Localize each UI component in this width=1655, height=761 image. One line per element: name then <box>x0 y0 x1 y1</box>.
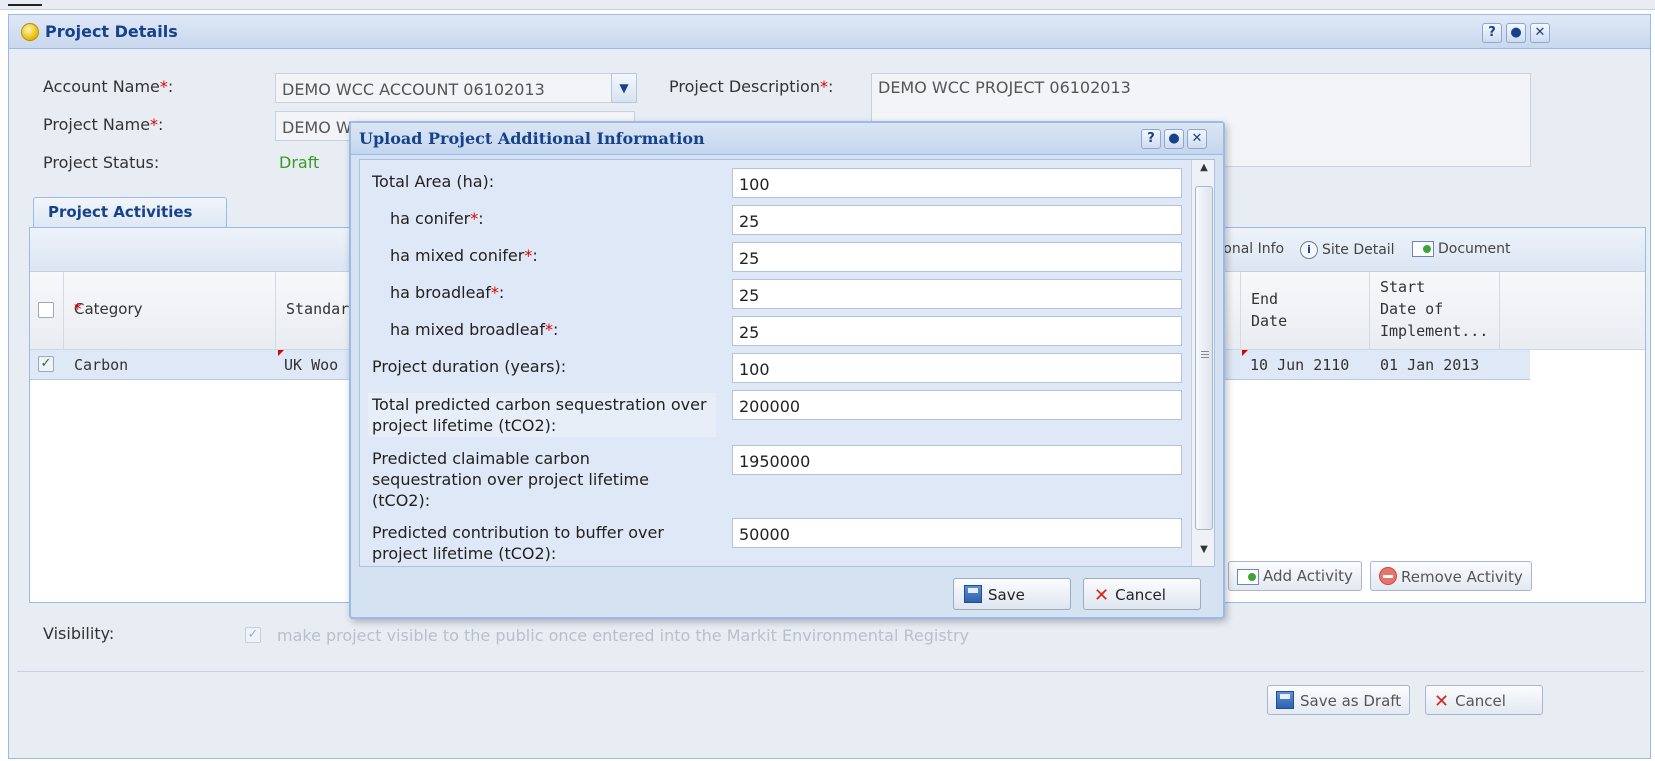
total-predicted-label: Total predicted carbon sequestration ove… <box>372 395 707 435</box>
panel-title: Project Details <box>45 22 178 41</box>
lightbulb-icon <box>21 23 39 41</box>
buffer-contribution-field[interactable]: 50000 <box>732 518 1182 548</box>
select-all-checkbox[interactable] <box>38 302 54 318</box>
column-start-date[interactable]: Start Date of Implement... <box>1370 272 1500 350</box>
window-mark <box>8 4 42 6</box>
column-end-date[interactable]: End Date <box>1240 272 1370 350</box>
close-icon: ✕ <box>1434 691 1450 712</box>
select-all-column <box>30 272 64 350</box>
project-status-label: Project Status: <box>43 153 160 172</box>
help-icon[interactable]: ? <box>1141 129 1161 149</box>
visibility-label: Visibility: <box>43 624 115 643</box>
add-activity-button[interactable]: Add Activity <box>1228 561 1362 591</box>
document-button[interactable]: Document <box>1412 241 1511 257</box>
visibility-text: make project visible to the public once … <box>277 626 969 645</box>
project-status-value: Draft <box>279 153 320 172</box>
cell-category: Carbon <box>74 356 129 374</box>
dialog-scrollbar[interactable]: ▲ ▼ <box>1191 160 1214 566</box>
dirty-marker <box>1242 350 1248 356</box>
account-name-label: Account Name*: <box>43 77 174 96</box>
close-icon[interactable]: ✕ <box>1187 129 1207 149</box>
ha-conifer-field[interactable]: 25 <box>732 205 1182 235</box>
dialog-cancel-button[interactable]: ✕ Cancel <box>1083 578 1201 610</box>
ha-conifer-label: ha conifer*: <box>390 209 484 228</box>
predicted-claimable-field[interactable]: 1950000 <box>732 445 1182 475</box>
total-area-field[interactable]: 100 <box>732 168 1182 198</box>
ha-broadleaf-label: ha broadleaf*: <box>390 283 505 302</box>
save-as-draft-button[interactable]: Save as Draft <box>1267 685 1411 715</box>
remove-icon <box>1379 567 1397 585</box>
column-standard[interactable]: Standar <box>276 272 356 350</box>
scroll-down-icon[interactable]: ▼ <box>1192 544 1214 562</box>
grip-icon <box>1201 351 1209 352</box>
ha-mixed-conifer-field[interactable]: 25 <box>732 242 1182 272</box>
ha-mixed-broadleaf-field[interactable]: 25 <box>732 316 1182 346</box>
dialog-title: Upload Project Additional Information <box>359 129 705 148</box>
add-document-icon <box>1237 568 1259 585</box>
project-duration-field[interactable]: 100 <box>732 353 1182 383</box>
scroll-up-icon[interactable]: ▲ <box>1192 162 1214 180</box>
ha-mixed-broadleaf-label: ha mixed broadleaf*: <box>390 320 559 339</box>
save-icon <box>964 585 982 603</box>
gear-icon[interactable]: ● <box>1506 23 1526 43</box>
dialog-form: Total Area (ha): 100 ha conifer*: 25 ha … <box>359 159 1215 567</box>
info-icon: i <box>1300 241 1318 259</box>
buffer-contribution-label: Predicted contribution to buffer over pr… <box>372 523 664 563</box>
total-area-label: Total Area (ha): <box>372 172 495 191</box>
ha-broadleaf-field[interactable]: 25 <box>732 279 1182 309</box>
predicted-claimable-label: Predicted claimable carbon sequestration… <box>372 449 649 510</box>
remove-activity-button[interactable]: Remove Activity <box>1370 561 1532 591</box>
account-name-field[interactable]: DEMO WCC ACCOUNT 06102013 <box>275 73 615 103</box>
row-checkbox[interactable]: ✓ <box>38 356 54 372</box>
help-icon[interactable]: ? <box>1482 23 1502 43</box>
ha-mixed-conifer-label: ha mixed conifer*: <box>390 246 538 265</box>
project-description-label: Project Description*: <box>669 77 834 96</box>
footer-divider <box>17 671 1644 672</box>
cell-end-date: 10 Jun 2110 <box>1250 356 1350 374</box>
visibility-checkbox[interactable]: ✓ <box>245 627 261 643</box>
project-name-label: Project Name*: <box>43 115 164 134</box>
gear-icon[interactable]: ● <box>1164 129 1184 149</box>
close-icon: ✕ <box>1094 585 1110 606</box>
top-strip <box>0 0 1655 10</box>
chevron-down-icon[interactable]: ▼ <box>611 73 637 103</box>
cancel-button[interactable]: ✕ Cancel <box>1425 685 1543 715</box>
panel-header: Project Details ? ● ✕ <box>9 15 1650 49</box>
dialog-header: Upload Project Additional Information ? … <box>351 123 1223 155</box>
document-icon <box>1412 241 1434 257</box>
cell-start-date: 01 Jan 2013 <box>1380 356 1480 374</box>
dialog-save-button[interactable]: Save <box>953 578 1071 610</box>
scroll-thumb[interactable] <box>1195 186 1213 530</box>
upload-additional-info-dialog: Upload Project Additional Information ? … <box>349 121 1225 619</box>
total-predicted-field[interactable]: 200000 <box>732 390 1182 420</box>
tab-project-activities[interactable]: Project Activities <box>33 197 227 227</box>
column-category[interactable]: Category * <box>64 272 276 350</box>
save-icon <box>1276 691 1294 709</box>
cell-standard: UK Woo <box>284 356 339 374</box>
project-duration-label: Project duration (years): <box>372 357 567 376</box>
site-detail-button[interactable]: i Site Detail <box>1300 241 1395 259</box>
close-icon[interactable]: ✕ <box>1530 23 1550 43</box>
